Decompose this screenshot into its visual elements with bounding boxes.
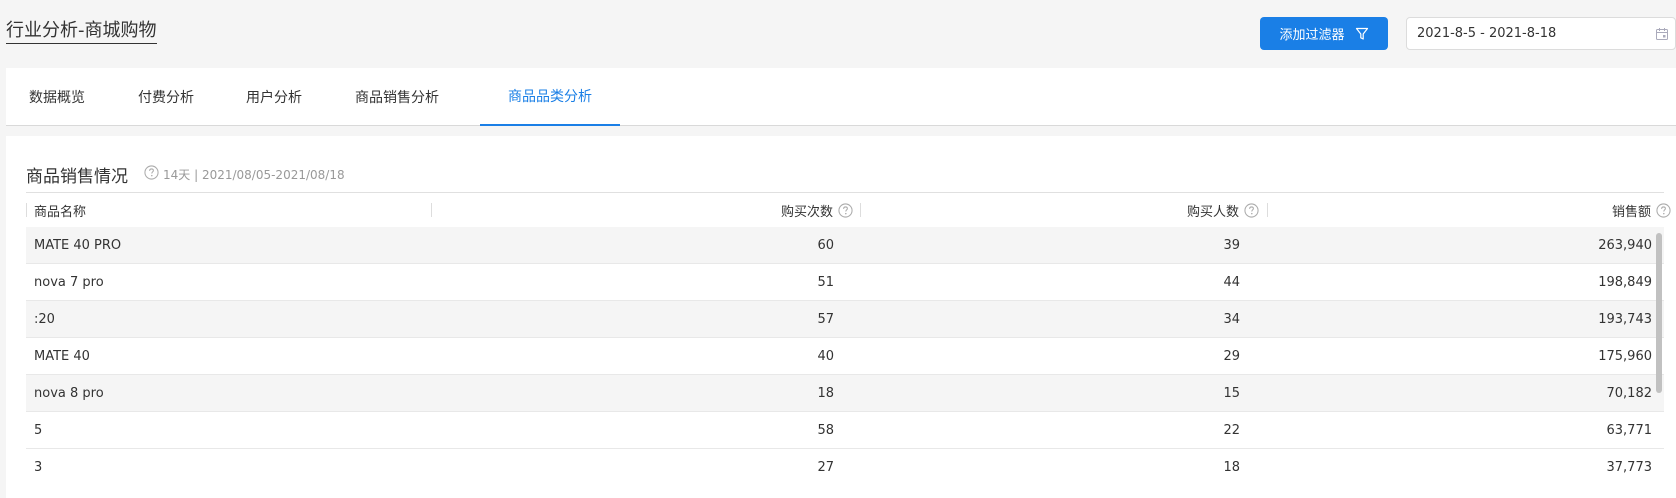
- add-filter-button[interactable]: 添加过滤器: [1260, 17, 1388, 50]
- cell-sales-amount: 263,940: [1598, 238, 1652, 253]
- section-subtitle: 14天 | 2021/08/05-2021/08/18: [163, 168, 345, 182]
- date-range-value: 2021-8-5 - 2021-8-18: [1417, 26, 1557, 41]
- column-header-label: 购买次数: [780, 205, 833, 220]
- column-divider: [26, 203, 27, 217]
- section-title: 商品销售情况: [26, 162, 159, 187]
- cell-purchase-count: 51: [817, 275, 834, 290]
- column-header-product-name[interactable]: 商品名称: [34, 193, 86, 228]
- column-header-sales-amount[interactable]: 销售额: [1240, 193, 1671, 228]
- cell-buyer-count: 34: [1223, 312, 1240, 327]
- cell-sales-amount: 70,182: [1606, 386, 1653, 401]
- table-body[interactable]: MATE 40 PRO 60 39 263,940 nova 7 pro 51 …: [26, 227, 1664, 476]
- table-row[interactable]: :20 57 34 193,743: [26, 301, 1664, 338]
- cell-product-name: 3: [34, 460, 43, 475]
- cell-product-name: MATE 40: [34, 349, 90, 364]
- column-header-label: 购买人数: [1186, 205, 1239, 220]
- page-header: 行业分析-商城购物 添加过滤器 2021-8-5 - 2021-8-18: [0, 0, 1676, 68]
- cell-product-name: 5: [34, 423, 43, 438]
- table-scrollbar[interactable]: [1656, 233, 1662, 393]
- cell-purchase-count: 18: [817, 386, 834, 401]
- cell-sales-amount: 198,849: [1598, 275, 1652, 290]
- cell-purchase-count: 60: [817, 238, 834, 253]
- cell-buyer-count: 39: [1223, 238, 1240, 253]
- table-row[interactable]: MATE 40 PRO 60 39 263,940: [26, 227, 1664, 264]
- funnel-icon: [1355, 27, 1368, 40]
- cell-purchase-count: 57: [817, 312, 834, 327]
- question-circle-icon[interactable]: [144, 165, 159, 180]
- cell-sales-amount: 175,960: [1598, 349, 1652, 364]
- column-header-purchase-count[interactable]: 购买次数: [406, 193, 853, 228]
- tab-product-category-analysis[interactable]: 商品品类分析: [480, 68, 620, 126]
- cell-sales-amount: 63,771: [1606, 423, 1653, 438]
- cell-buyer-count: 22: [1223, 423, 1240, 438]
- cell-sales-amount: 37,773: [1606, 460, 1653, 475]
- cell-sales-amount: 193,743: [1598, 312, 1652, 327]
- calendar-icon[interactable]: [1655, 27, 1669, 41]
- table-row[interactable]: 3 27 18 37,773: [26, 449, 1664, 476]
- column-header-buyer-count[interactable]: 购买人数: [834, 193, 1259, 228]
- page-title: 行业分析-商城购物: [6, 20, 157, 44]
- table-row[interactable]: 5 58 22 63,771: [26, 412, 1664, 449]
- cell-product-name: MATE 40 PRO: [34, 238, 122, 253]
- cell-purchase-count: 40: [817, 349, 834, 364]
- table-row[interactable]: nova 7 pro 51 44 198,849: [26, 264, 1664, 301]
- cell-product-name: nova 7 pro: [34, 275, 104, 290]
- sales-card: 商品销售情况 14天 | 2021/08/05-2021/08/18 商品名称 …: [6, 136, 1676, 498]
- table-row[interactable]: nova 8 pro 18 15 70,182: [26, 375, 1664, 412]
- tab-payment-analysis[interactable]: 付费分析: [116, 68, 216, 126]
- question-circle-icon[interactable]: [1656, 203, 1671, 218]
- cell-buyer-count: 44: [1223, 275, 1240, 290]
- table-header: 商品名称 购买次数 购买人数 销售额: [26, 192, 1671, 228]
- cell-purchase-count: 58: [817, 423, 834, 438]
- date-range-picker[interactable]: 2021-8-5 - 2021-8-18: [1406, 17, 1676, 50]
- cell-purchase-count: 27: [817, 460, 834, 475]
- tab-data-overview[interactable]: 数据概览: [6, 68, 108, 126]
- column-header-label: 销售额: [1611, 205, 1651, 220]
- sales-table: 商品名称 购买次数 购买人数 销售额 MATE 40 PRO 60 39 263…: [26, 192, 1671, 476]
- column-header-label: 商品名称: [34, 205, 87, 220]
- section-title-text: 商品销售情况: [26, 167, 128, 187]
- tab-user-analysis[interactable]: 用户分析: [224, 68, 324, 126]
- cell-product-name: :20: [34, 312, 55, 327]
- tab-product-sales-analysis[interactable]: 商品销售分析: [332, 68, 462, 126]
- table-row[interactable]: MATE 40 40 29 175,960: [26, 338, 1664, 375]
- cell-buyer-count: 15: [1223, 386, 1240, 401]
- tab-bar: 数据概览 付费分析 用户分析 商品销售分析 商品品类分析: [6, 68, 1676, 126]
- cell-buyer-count: 18: [1223, 460, 1240, 475]
- cell-buyer-count: 29: [1223, 349, 1240, 364]
- cell-product-name: nova 8 pro: [34, 386, 104, 401]
- add-filter-label: 添加过滤器: [1279, 28, 1345, 43]
